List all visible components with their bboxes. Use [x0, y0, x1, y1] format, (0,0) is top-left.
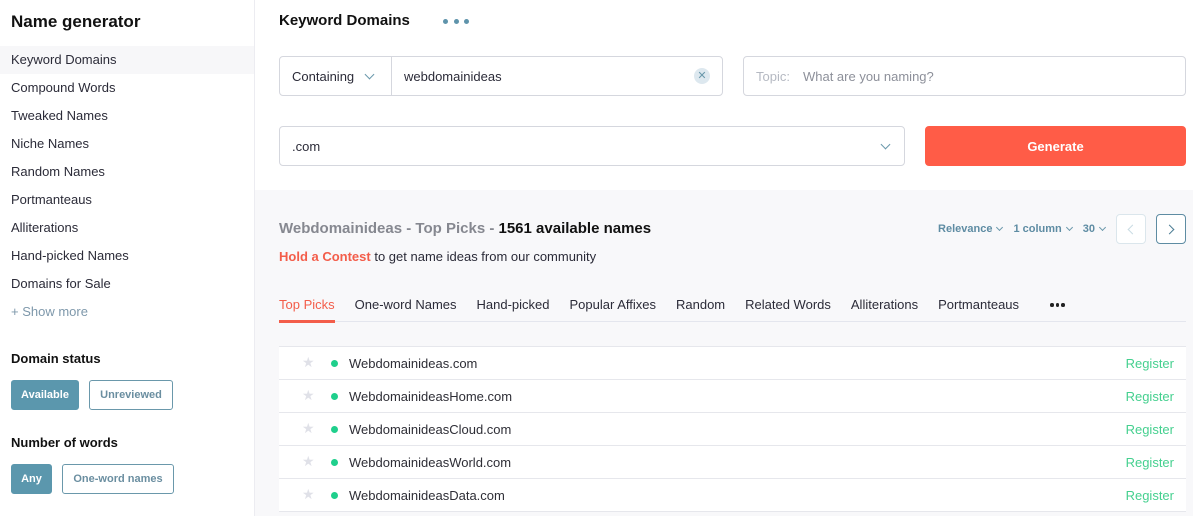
tab-random[interactable]: Random — [676, 294, 725, 322]
tab-related-words[interactable]: Related Words — [745, 294, 831, 322]
ellipsis-icon[interactable] — [443, 13, 469, 29]
tab-portmanteaus[interactable]: Portmanteaus — [938, 294, 1019, 322]
sidebar-item-portmanteaus[interactable]: Portmanteaus — [0, 186, 254, 214]
domain-row: ★ WebdomainideasCloud.com Register — [279, 413, 1186, 446]
chevron-down-icon — [1065, 223, 1073, 232]
match-mode-value: Containing — [292, 68, 355, 84]
topic-label: Topic: — [756, 68, 790, 84]
domain-list: ★ Webdomainideas.com Register ★ Webdomai… — [279, 346, 1186, 512]
tab-one-word-names[interactable]: One-word Names — [355, 294, 457, 322]
columns-value: 1 column — [1013, 223, 1062, 235]
tab-hand-picked[interactable]: Hand-picked — [477, 294, 550, 322]
keyword-search-box: Containing ✕ — [279, 56, 723, 96]
available-status-dot — [331, 426, 338, 433]
sidebar-item-tweaked-names[interactable]: Tweaked Names — [0, 102, 254, 130]
chevron-left-icon — [1127, 224, 1138, 234]
available-status-dot — [331, 393, 338, 400]
sidebar-item-keyword-domains[interactable]: Keyword Domains — [0, 46, 254, 74]
results-heading: Webdomainideas - Top Picks - 1561 availa… — [279, 220, 651, 237]
domain-row: ★ Webdomainideas.com Register — [279, 347, 1186, 380]
sidebar: Name generator Keyword Domains Compound … — [0, 0, 255, 516]
results-count: 1561 available names — [498, 220, 652, 237]
chevron-down-icon — [880, 139, 891, 150]
domain-name[interactable]: WebdomainideasData.com — [349, 488, 505, 503]
domain-name[interactable]: WebdomainideasCloud.com — [349, 422, 511, 437]
more-tabs-icon[interactable] — [1050, 294, 1065, 316]
words-one-word-chip[interactable]: One-word names — [62, 464, 174, 494]
register-link[interactable]: Register — [1126, 389, 1174, 404]
words-any-chip[interactable]: Any — [11, 464, 52, 494]
number-of-words-title: Number of words — [11, 435, 118, 450]
generate-button[interactable]: Generate — [925, 126, 1186, 166]
tab-top-picks[interactable]: Top Picks — [279, 294, 335, 323]
per-page-value: 30 — [1082, 223, 1095, 235]
domain-name[interactable]: WebdomainideasWorld.com — [349, 455, 511, 470]
available-status-dot — [331, 360, 338, 367]
domain-status-title: Domain status — [11, 351, 101, 366]
available-status-dot — [331, 459, 338, 466]
topic-input[interactable] — [802, 68, 1185, 84]
match-mode-select[interactable]: Containing — [280, 57, 392, 95]
keyword-input[interactable] — [392, 57, 694, 95]
chevron-down-icon — [364, 69, 375, 79]
available-status-dot — [331, 492, 338, 499]
hold-contest-link[interactable]: Hold a Contest — [279, 249, 371, 264]
register-link[interactable]: Register — [1126, 455, 1174, 470]
results-controls: Relevance 1 column 30 — [938, 214, 1186, 244]
sidebar-item-random-names[interactable]: Random Names — [0, 158, 254, 186]
domain-row: ★ WebdomainideasHome.com Register — [279, 380, 1186, 413]
sort-value: Relevance — [938, 223, 993, 235]
columns-select[interactable]: 1 column — [1013, 223, 1073, 235]
star-icon[interactable]: ★ — [302, 388, 316, 402]
page-title: Keyword Domains — [279, 12, 410, 29]
status-available-chip[interactable]: Available — [11, 380, 79, 410]
register-link[interactable]: Register — [1126, 422, 1174, 437]
register-link[interactable]: Register — [1126, 488, 1174, 503]
domain-name[interactable]: Webdomainideas.com — [349, 356, 477, 371]
contest-promo: Hold a Contest to get name ideas from ou… — [279, 249, 596, 264]
sort-select[interactable]: Relevance — [938, 223, 1004, 235]
star-icon[interactable]: ★ — [302, 487, 316, 501]
sidebar-item-hand-picked-names[interactable]: Hand-picked Names — [0, 242, 254, 270]
close-icon[interactable]: ✕ — [694, 68, 710, 84]
results-tabs: Top Picks One-word Names Hand-picked Pop… — [279, 294, 1186, 323]
chevron-down-icon — [1098, 223, 1107, 232]
tab-alliterations[interactable]: Alliterations — [851, 294, 918, 322]
sidebar-item-domains-for-sale[interactable]: Domains for Sale — [0, 270, 254, 298]
results-panel: Webdomainideas - Top Picks - 1561 availa… — [255, 190, 1193, 516]
star-icon[interactable]: ★ — [302, 355, 316, 369]
topic-field: Topic: — [743, 56, 1186, 96]
chevron-down-icon — [996, 223, 1004, 232]
domain-row: ★ WebdomainideasWorld.com Register — [279, 446, 1186, 479]
sidebar-nav: Keyword Domains Compound Words Tweaked N… — [0, 46, 254, 326]
show-more-link[interactable]: + Show more — [0, 298, 254, 326]
sidebar-item-compound-words[interactable]: Compound Words — [0, 74, 254, 102]
sidebar-item-niche-names[interactable]: Niche Names — [0, 130, 254, 158]
domain-row: ★ WebdomainideasData.com Register — [279, 479, 1186, 512]
contest-text: to get name ideas from our community — [370, 249, 597, 264]
sidebar-title: Name generator — [11, 12, 141, 31]
prev-page-button[interactable] — [1116, 214, 1146, 244]
chevron-right-icon — [1164, 224, 1175, 234]
register-link[interactable]: Register — [1126, 356, 1174, 371]
per-page-select[interactable]: 30 — [1082, 223, 1107, 235]
tab-popular-affixes[interactable]: Popular Affixes — [570, 294, 656, 322]
tld-select[interactable]: .com — [279, 126, 905, 166]
sidebar-item-alliterations[interactable]: Alliterations — [0, 214, 254, 242]
tld-value: .com — [292, 138, 321, 154]
next-page-button[interactable] — [1156, 214, 1186, 244]
results-heading-prefix: Webdomainideas - Top Picks - — [279, 220, 499, 237]
star-icon[interactable]: ★ — [302, 421, 316, 435]
domain-name[interactable]: WebdomainideasHome.com — [349, 389, 512, 404]
status-unreviewed-chip[interactable]: Unreviewed — [89, 380, 173, 410]
star-icon[interactable]: ★ — [302, 454, 316, 468]
